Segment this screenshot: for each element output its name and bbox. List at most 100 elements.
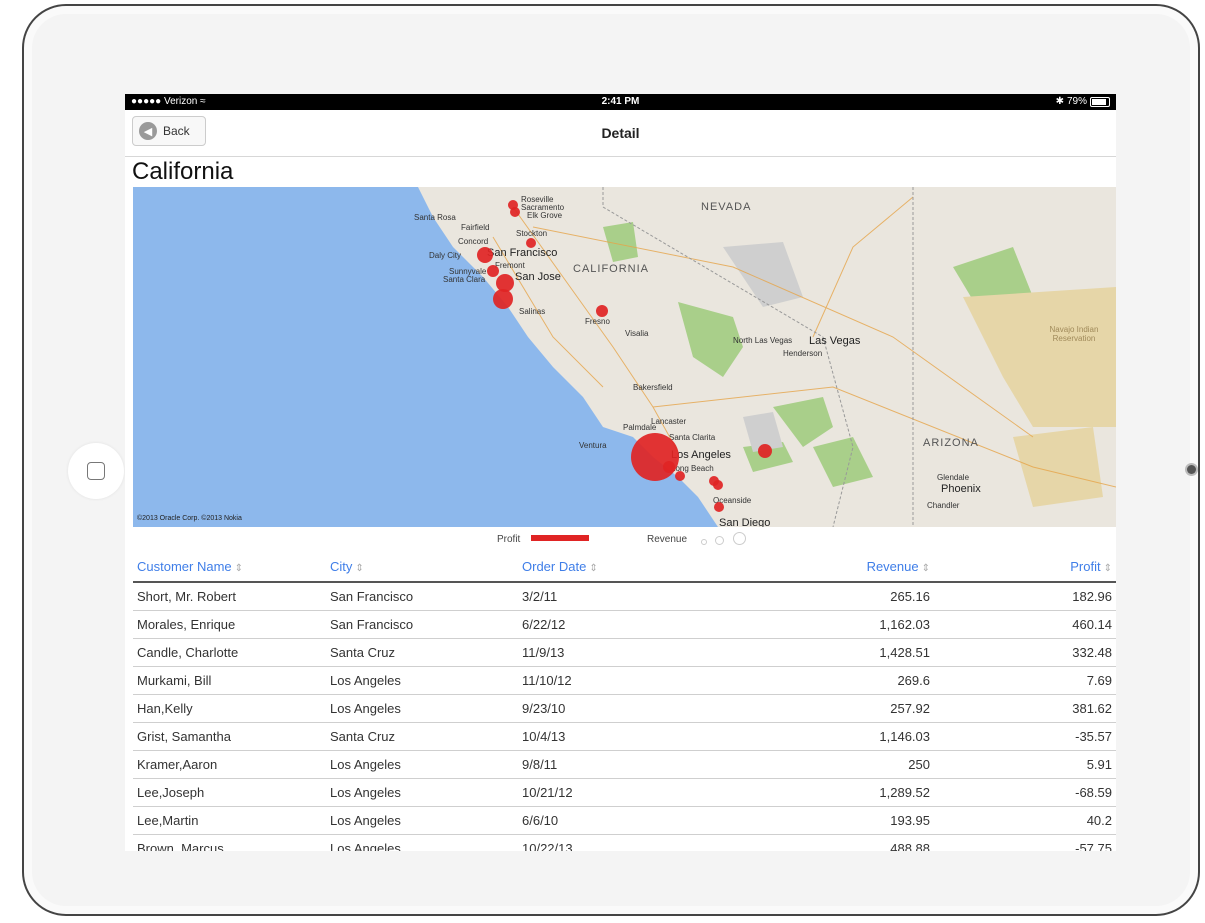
map-label-city: Santa Rosa <box>414 213 456 222</box>
cell-profit: -35.57 <box>934 722 1116 751</box>
cell-profit: 332.48 <box>934 638 1116 667</box>
cell-order-date: 10/4/13 <box>518 722 726 751</box>
cell-order-date: 6/6/10 <box>518 806 726 835</box>
park-area <box>773 397 833 447</box>
battery-icon <box>1090 96 1110 107</box>
map-label-city: Los Angeles <box>671 449 731 461</box>
cell-city: San Francisco <box>326 610 518 639</box>
cell-order-date: 6/22/12 <box>518 610 726 639</box>
map-label-arizona: ARIZONA <box>923 437 979 449</box>
cell-revenue: 257.92 <box>726 694 934 723</box>
profit-bubble[interactable] <box>477 247 493 263</box>
map-label-city: Fairfield <box>461 223 490 232</box>
map-label-city: San Francisco <box>487 247 558 259</box>
battery-status: ✱ 79% <box>1056 96 1110 107</box>
cell-customer: Han,Kelly <box>133 694 326 723</box>
nav-bar: ◀ Back Detail <box>125 110 1116 157</box>
column-header-revenue[interactable]: Revenue ⇕ <box>726 551 934 583</box>
cell-city: Los Angeles <box>326 778 518 807</box>
nav-title: Detail <box>601 125 640 141</box>
cell-order-date: 10/21/12 <box>518 778 726 807</box>
cell-revenue: 1,289.52 <box>726 778 934 807</box>
column-header-customer[interactable]: Customer Name ⇕ <box>133 551 326 583</box>
table-row[interactable]: Lee,Joseph Los Angeles 10/21/12 1,289.52 -68… <box>133 778 1116 807</box>
map-label-city: Daly City <box>429 251 462 260</box>
map-label-city: Henderson <box>783 349 823 358</box>
profit-bubble[interactable] <box>526 238 536 248</box>
profit-bubble[interactable] <box>663 461 675 473</box>
cell-customer: Kramer,Aaron <box>133 750 326 779</box>
sort-icon: ⇕ <box>589 562 598 574</box>
table-row[interactable]: Brown, Marcus Los Angeles 10/22/13 488.88 -5… <box>133 834 1116 851</box>
screen: ●●●●● Verizon ≈ 2:41 PM ✱ 79% ◀ Back Det… <box>125 94 1116 851</box>
legend-revenue-label: Revenue <box>647 534 688 545</box>
profit-bubble[interactable] <box>596 305 608 317</box>
table-header-row: Customer Name ⇕ City ⇕ Order Date ⇕ Revenue… <box>133 551 1116 583</box>
profit-bubble[interactable] <box>487 265 499 277</box>
map-label-navajo: Navajo Indian Reservation <box>1049 325 1099 343</box>
profit-bubble[interactable] <box>493 289 513 309</box>
map-label-city: Fremont <box>495 261 525 270</box>
table-row[interactable]: Murkami, Bill Los Angeles 11/10/12 269.6 7.6… <box>133 666 1116 695</box>
clock: 2:41 PM <box>601 96 640 107</box>
profit-bubble[interactable] <box>675 471 685 481</box>
header-label: Profit <box>1070 558 1101 574</box>
cell-city: Los Angeles <box>326 834 518 851</box>
cell-profit: 381.62 <box>934 694 1116 723</box>
profit-bubble[interactable] <box>713 480 723 490</box>
cell-customer: Brown, Marcus <box>133 834 326 851</box>
cell-order-date: 9/23/10 <box>518 694 726 723</box>
table-row[interactable]: Grist, Samantha Santa Cruz 10/4/13 1,146.03… <box>133 722 1116 751</box>
map-label-city: Salinas <box>519 307 546 316</box>
map-label-city: Elk Grove <box>527 211 563 220</box>
cell-profit: 460.14 <box>934 610 1116 639</box>
profit-bubble[interactable] <box>714 502 724 512</box>
cell-customer: Lee,Martin <box>133 806 326 835</box>
cell-city: Los Angeles <box>326 806 518 835</box>
cell-city: San Francisco <box>326 582 518 611</box>
bluetooth-icon: ✱ <box>1055 96 1064 107</box>
battery-percent: 79% <box>1066 96 1087 107</box>
table-row[interactable]: Han,Kelly Los Angeles 9/23/10 257.92 381.62 <box>133 694 1116 723</box>
map-label-city: Visalia <box>625 329 649 338</box>
map-view[interactable]: NEVADA CALIFORNIA ARIZONA Roseville Sacr… <box>133 187 1116 527</box>
table-row[interactable]: Morales, Enrique San Francisco 6/22/12 1,16… <box>133 610 1116 639</box>
map-label-city: Las Vegas <box>809 335 861 347</box>
cell-order-date: 9/8/11 <box>518 750 726 779</box>
map-copyright: ©2013 Oracle Corp. ©2013 Nokia <box>137 515 242 522</box>
cell-city: Santa Cruz <box>326 638 518 667</box>
cell-revenue: 1,146.03 <box>726 722 934 751</box>
reservation-area <box>963 287 1116 427</box>
profit-bubble[interactable] <box>758 444 772 458</box>
column-header-profit[interactable]: Profit ⇕ <box>934 551 1116 583</box>
cell-revenue: 193.95 <box>726 806 934 835</box>
map-label-city: Concord <box>458 237 489 246</box>
map-label-city: Bakersfield <box>633 383 673 392</box>
cell-profit: 7.69 <box>934 666 1116 695</box>
cell-city: Los Angeles <box>326 694 518 723</box>
map-label-city: Ventura <box>579 441 607 450</box>
cell-profit: -68.59 <box>934 778 1116 807</box>
cell-profit: 40.2 <box>934 806 1116 835</box>
cell-profit: 182.96 <box>934 582 1116 611</box>
map-legend: Profit Revenue <box>125 527 1116 551</box>
cell-revenue: 269.6 <box>726 666 934 695</box>
home-button[interactable] <box>68 443 124 499</box>
table-row[interactable]: Short, Mr. Robert San Francisco 3/2/11 265.… <box>133 582 1116 611</box>
cell-customer: Candle, Charlotte <box>133 638 326 667</box>
reservation-area <box>1013 427 1103 507</box>
map-label-city: North Las Vegas <box>733 336 793 345</box>
table-row[interactable]: Lee,Martin Los Angeles 6/6/10 193.95 40.2 <box>133 806 1116 835</box>
cell-revenue: 265.16 <box>726 582 934 611</box>
cell-city: Los Angeles <box>326 666 518 695</box>
table-row[interactable]: Kramer,Aaron Los Angeles 9/8/11 250 5.91 <box>133 750 1116 779</box>
column-header-city[interactable]: City ⇕ <box>326 551 518 583</box>
legend-revenue-circle <box>715 536 724 545</box>
table-row[interactable]: Candle, Charlotte Santa Cruz 11/9/13 1,428.… <box>133 638 1116 667</box>
column-header-order-date[interactable]: Order Date ⇕ <box>518 551 726 583</box>
orders-table: Customer Name ⇕ City ⇕ Order Date ⇕ Revenue… <box>133 551 1116 851</box>
map-label-city: Santa Clara <box>443 275 486 284</box>
profit-bubble[interactable] <box>510 207 520 217</box>
header-label: Revenue <box>866 558 919 574</box>
profit-bubble[interactable] <box>631 433 679 481</box>
